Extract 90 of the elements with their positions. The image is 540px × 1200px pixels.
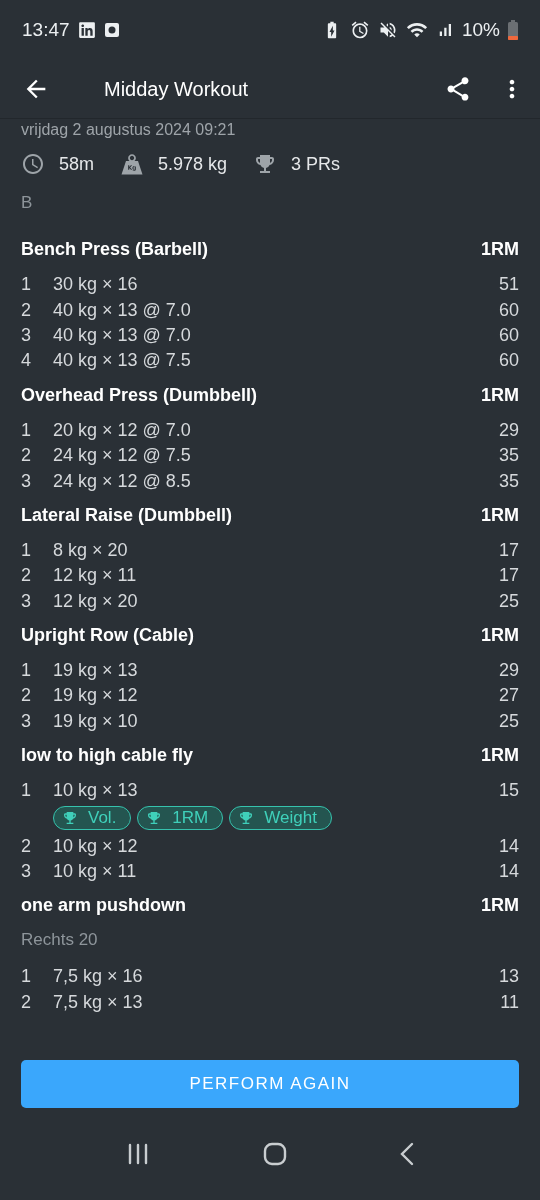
metric-label: 1RM — [481, 384, 519, 406]
set-detail: 12 kg × 20 — [53, 590, 139, 612]
set-number: 1 — [21, 539, 32, 561]
clock-icon — [21, 152, 45, 176]
one-rm-value: 25 — [498, 590, 519, 612]
one-rm-value: 60 — [498, 299, 519, 321]
set-number: 3 — [21, 710, 32, 732]
metric-label: 1RM — [481, 895, 519, 917]
linkedin-icon — [77, 21, 96, 39]
set-detail: 12 kg × 11 — [53, 565, 138, 587]
set-detail: 30 kg × 16 — [53, 274, 139, 296]
set-number: 1 — [21, 660, 32, 682]
set-number: 3 — [21, 470, 32, 492]
one-rm-value: 17 — [498, 565, 519, 587]
set-detail: 19 kg × 13 — [53, 660, 139, 682]
trophy-icon — [238, 810, 255, 827]
set-detail: 19 kg × 12 — [53, 685, 139, 707]
set-detail: 24 kg × 12 @ 7.5 — [53, 445, 192, 467]
exercise-name: Bench Press (Barbell) — [21, 239, 209, 260]
one-rm-value: 15 — [498, 780, 519, 802]
one-rm-value: 35 — [498, 445, 519, 467]
exercise-name: low to high cable fly — [21, 745, 193, 767]
set-number: 2 — [21, 685, 32, 707]
battery-percent: 10% — [461, 19, 500, 41]
one-rm-value: 17 — [498, 539, 519, 561]
alarm-icon — [349, 20, 370, 40]
set-detail: 7,5 kg × 16 — [53, 966, 144, 988]
set-detail: 7,5 kg × 13 — [53, 991, 144, 1013]
exercise-name: Upright Row (Cable) — [21, 624, 194, 646]
one-rm-value: 60 — [498, 324, 519, 346]
set-number: 2 — [21, 445, 32, 467]
set-detail: 20 kg × 12 @ 7.0 — [53, 419, 192, 441]
one-rm-value: 35 — [498, 470, 519, 492]
perform-again-button[interactable]: PERFORM AGAIN — [21, 1060, 519, 1108]
set-number: 3 — [21, 590, 32, 612]
set-number: 2 — [21, 565, 32, 587]
metric-label: 1RM — [481, 504, 519, 526]
set-number: 4 — [21, 350, 32, 372]
set-number: 1 — [21, 274, 32, 296]
set-detail: 24 kg × 12 @ 8.5 — [53, 470, 192, 492]
metric-label: 1RM — [481, 239, 519, 260]
one-rm-value: 29 — [498, 419, 519, 441]
workout-date: vrijdag 2 augustus 2024 09:21 — [21, 121, 237, 139]
stat-value: 3 PRs — [291, 153, 341, 175]
set-number: 2 — [21, 991, 32, 1013]
one-rm-value: 14 — [498, 861, 519, 883]
metric-label: 1RM — [481, 624, 519, 646]
set-detail: 40 kg × 13 @ 7.0 — [53, 299, 192, 321]
set-number: 1 — [21, 966, 32, 988]
one-rm-value: 25 — [498, 710, 519, 732]
one-rm-value: 60 — [498, 350, 519, 372]
home-icon[interactable] — [263, 1142, 287, 1166]
set-number: 3 — [21, 324, 32, 346]
set-detail: 8 kg × 20 — [53, 539, 129, 561]
trophy-icon — [62, 810, 78, 827]
set-detail: 10 kg × 13 — [53, 780, 139, 802]
set-number: 1 — [21, 419, 32, 441]
exercise-name: one arm pushdown — [21, 895, 186, 917]
weight-icon — [120, 152, 144, 176]
set-detail: 40 kg × 13 @ 7.0 — [53, 324, 192, 346]
one-rm-value: 14 — [498, 835, 519, 857]
one-rm-value: 27 — [498, 685, 519, 707]
one-rm-value: 13 — [498, 966, 519, 988]
status-time: 13:47 — [22, 19, 70, 41]
pr-badge-label: 1RM — [172, 808, 209, 829]
set-number: 1 — [21, 780, 32, 802]
pr-badge-label: Weight — [264, 808, 317, 829]
trophy-icon — [146, 810, 163, 827]
set-number: 2 — [21, 299, 32, 321]
exercise-name: Overhead Press (Dumbbell) — [21, 384, 258, 406]
stat-value: 58m — [59, 153, 94, 175]
screen-title: Midday Workout — [104, 77, 250, 101]
metric-label: 1RM — [481, 745, 519, 767]
set-detail: 40 kg × 13 @ 7.5 — [53, 350, 192, 372]
stat-value: 5.978 kg — [158, 153, 228, 175]
set-detail: 10 kg × 11 — [53, 861, 138, 883]
pr-badge-label: Vol. — [88, 808, 117, 829]
set-number: 2 — [21, 835, 32, 857]
set-number: 3 — [21, 861, 32, 883]
workout-note: B — [21, 193, 34, 213]
app-notification-icon — [103, 22, 120, 38]
battery-icon — [508, 20, 518, 40]
set-detail: 19 kg × 10 — [53, 710, 139, 732]
one-rm-value: 51 — [498, 274, 519, 296]
one-rm-value: 29 — [498, 660, 519, 682]
exercise-name: Lateral Raise (Dumbbell) — [21, 504, 233, 526]
exercise-note: Rechts 20 — [21, 930, 99, 951]
back-nav-icon[interactable] — [399, 1142, 414, 1166]
one-rm-value: 11 — [500, 991, 519, 1013]
set-detail: 10 kg × 12 — [53, 835, 139, 857]
